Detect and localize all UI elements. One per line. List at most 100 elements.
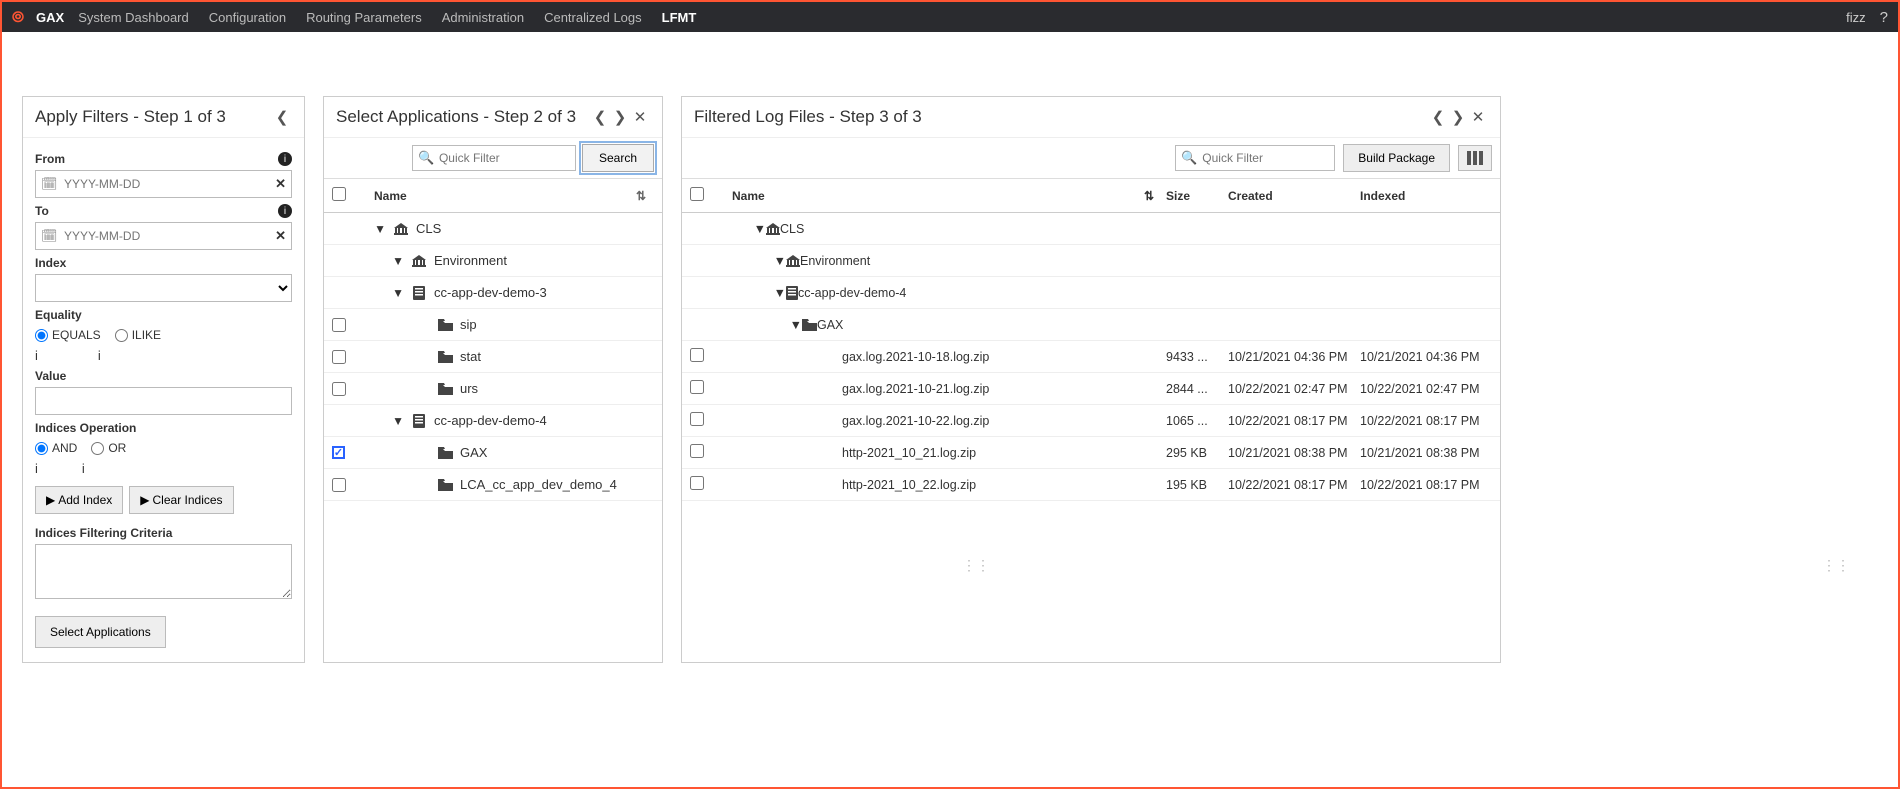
columns-icon[interactable] bbox=[1458, 145, 1492, 171]
panel3-close-icon[interactable]: ✕ bbox=[1468, 108, 1488, 126]
panel3-name-header[interactable]: Name bbox=[732, 189, 765, 203]
to-info-icon[interactable]: i bbox=[278, 204, 292, 218]
tree-row[interactable]: sip bbox=[324, 309, 662, 341]
nav-routing-parameters[interactable]: Routing Parameters bbox=[306, 10, 422, 25]
panel2-quick-filter-input[interactable] bbox=[412, 145, 576, 171]
panel3-next-icon[interactable]: ❯ bbox=[1448, 108, 1468, 126]
row-checkbox[interactable] bbox=[332, 478, 346, 492]
add-index-button[interactable]: ▶ Add Index bbox=[35, 486, 123, 514]
row-label: sip bbox=[460, 317, 654, 332]
tree-row[interactable]: ▼Environment bbox=[682, 245, 1500, 277]
row-checkbox[interactable] bbox=[332, 318, 346, 332]
row-checkbox[interactable] bbox=[690, 476, 704, 490]
row-label: cc-app-dev-demo-4 bbox=[434, 413, 654, 428]
tree-row[interactable]: ▼cc-app-dev-demo-4 bbox=[682, 277, 1500, 309]
file-row[interactable]: gax.log.2021-10-22.log.zip1065 ...10/22/… bbox=[682, 405, 1500, 437]
panel3-prev-icon[interactable]: ❮ bbox=[1428, 108, 1448, 126]
indices-filtering-textarea[interactable] bbox=[35, 544, 292, 599]
panel2-select-all-checkbox[interactable] bbox=[332, 187, 346, 201]
row-checkbox[interactable] bbox=[332, 382, 346, 396]
panel3-created-header[interactable]: Created bbox=[1228, 189, 1360, 203]
expand-arrow-icon[interactable]: ▼ bbox=[392, 254, 404, 268]
row-checkbox[interactable] bbox=[690, 348, 704, 362]
apply-filters-panel: Apply Filters - Step 1 of 3 ❮ From i 🗓 ✕… bbox=[22, 96, 305, 663]
indices-and-radio[interactable]: AND bbox=[35, 441, 77, 455]
drag-handle-icon[interactable]: ⋮⋮ bbox=[1822, 557, 1850, 574]
indices-or-radio[interactable]: OR bbox=[91, 441, 126, 455]
panel3-size-header[interactable]: Size bbox=[1166, 189, 1228, 203]
from-info-icon[interactable]: i bbox=[278, 152, 292, 166]
tree-row[interactable]: ▼Environment bbox=[324, 245, 662, 277]
index-select[interactable] bbox=[35, 274, 292, 302]
panel2-name-header[interactable]: Name bbox=[368, 189, 636, 203]
drag-handle-icon[interactable]: ⋮⋮ bbox=[962, 557, 990, 574]
expand-arrow-icon[interactable]: ▼ bbox=[754, 222, 766, 236]
panel3-indexed-header[interactable]: Indexed bbox=[1360, 189, 1492, 203]
row-checkbox[interactable] bbox=[690, 444, 704, 458]
panel3-title: Filtered Log Files - Step 3 of 3 bbox=[694, 107, 1428, 127]
panel3-quick-filter-input[interactable] bbox=[1175, 145, 1335, 171]
row-checkbox[interactable] bbox=[332, 446, 345, 459]
folder-icon bbox=[436, 319, 454, 331]
equality-ilike-radio[interactable]: ILIKE bbox=[115, 328, 161, 342]
row-checkbox[interactable] bbox=[690, 412, 704, 426]
clear-indices-button[interactable]: ▶ Clear Indices bbox=[129, 486, 233, 514]
select-applications-button[interactable]: Select Applications bbox=[35, 616, 166, 648]
user-label[interactable]: fizz bbox=[1846, 10, 1866, 25]
help-icon[interactable]: ? bbox=[1880, 9, 1888, 26]
expand-arrow-icon[interactable]: ▼ bbox=[392, 286, 404, 300]
panel2-prev-icon[interactable]: ❮ bbox=[590, 108, 610, 126]
nav-administration[interactable]: Administration bbox=[442, 10, 524, 25]
server-icon bbox=[786, 286, 798, 300]
brand-label: GAX bbox=[36, 10, 64, 25]
equals-info-icon[interactable]: i bbox=[35, 348, 38, 363]
tree-row[interactable]: LCA_cc_app_dev_demo_4 bbox=[324, 469, 662, 501]
panel2-next-icon[interactable]: ❯ bbox=[610, 108, 630, 126]
expand-arrow-icon[interactable]: ▼ bbox=[392, 414, 404, 428]
build-package-button[interactable]: Build Package bbox=[1343, 144, 1450, 172]
tree-row[interactable]: ▼GAX bbox=[682, 309, 1500, 341]
file-row[interactable]: gax.log.2021-10-21.log.zip2844 ...10/22/… bbox=[682, 373, 1500, 405]
ilike-info-icon[interactable]: i bbox=[98, 348, 101, 363]
sort-icon[interactable]: ⇅ bbox=[1144, 189, 1154, 203]
nav-lfmt[interactable]: LFMT bbox=[662, 10, 697, 25]
expand-arrow-icon[interactable]: ▼ bbox=[774, 254, 786, 268]
search-button[interactable]: Search bbox=[582, 144, 654, 172]
expand-arrow-icon[interactable]: ▼ bbox=[790, 318, 802, 332]
expand-arrow-icon[interactable]: ▼ bbox=[374, 222, 386, 236]
file-row[interactable]: gax.log.2021-10-18.log.zip9433 ...10/21/… bbox=[682, 341, 1500, 373]
filtered-log-files-panel: Filtered Log Files - Step 3 of 3 ❮ ❯ ✕ 🔍… bbox=[681, 96, 1501, 663]
collapse-left-icon[interactable]: ❮ bbox=[272, 108, 292, 126]
nav-configuration[interactable]: Configuration bbox=[209, 10, 286, 25]
from-date-input[interactable] bbox=[35, 170, 292, 198]
folder-icon bbox=[436, 447, 454, 459]
nav-system-dashboard[interactable]: System Dashboard bbox=[78, 10, 189, 25]
and-info-icon[interactable]: i bbox=[35, 461, 38, 476]
expand-arrow-icon[interactable]: ▼ bbox=[774, 286, 786, 300]
tree-row[interactable]: ▼CLS bbox=[682, 213, 1500, 245]
value-input[interactable] bbox=[35, 387, 292, 415]
panel1-title: Apply Filters - Step 1 of 3 bbox=[35, 107, 272, 127]
tree-row[interactable]: urs bbox=[324, 373, 662, 405]
file-indexed: 10/21/2021 04:36 PM bbox=[1360, 350, 1492, 364]
tree-row[interactable]: stat bbox=[324, 341, 662, 373]
file-row[interactable]: http-2021_10_21.log.zip295 KB10/21/2021 … bbox=[682, 437, 1500, 469]
equality-equals-radio[interactable]: EQUALS bbox=[35, 328, 101, 342]
tree-row[interactable]: ▼ cc-app-dev-demo-4 bbox=[324, 405, 662, 437]
row-label: CLS bbox=[416, 221, 654, 236]
panel3-select-all-checkbox[interactable] bbox=[690, 187, 704, 201]
row-checkbox[interactable] bbox=[332, 350, 346, 364]
file-row[interactable]: http-2021_10_22.log.zip195 KB10/22/2021 … bbox=[682, 469, 1500, 501]
row-checkbox[interactable] bbox=[690, 380, 704, 394]
tree-row[interactable]: GAX bbox=[324, 437, 662, 469]
tree-row[interactable]: ▼cc-app-dev-demo-3 bbox=[324, 277, 662, 309]
to-date-input[interactable] bbox=[35, 222, 292, 250]
sort-icon[interactable]: ⇅ bbox=[636, 189, 646, 203]
or-info-icon[interactable]: i bbox=[82, 461, 85, 476]
calendar-icon: 🗓 bbox=[41, 176, 58, 192]
tree-row[interactable]: ▼ CLS bbox=[324, 213, 662, 245]
nav-centralized-logs[interactable]: Centralized Logs bbox=[544, 10, 642, 25]
clear-to-icon[interactable]: ✕ bbox=[275, 228, 286, 244]
panel2-close-icon[interactable]: ✕ bbox=[630, 108, 650, 126]
clear-from-icon[interactable]: ✕ bbox=[275, 176, 286, 192]
